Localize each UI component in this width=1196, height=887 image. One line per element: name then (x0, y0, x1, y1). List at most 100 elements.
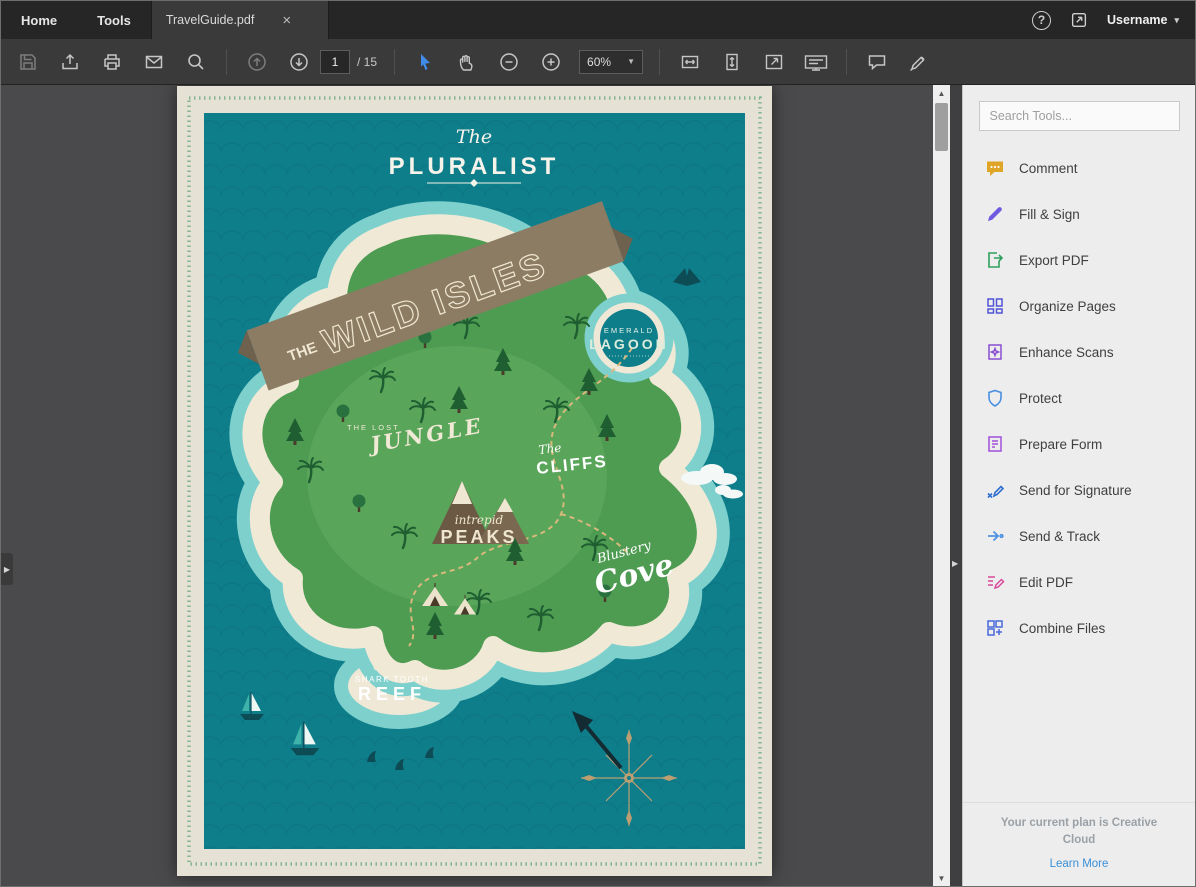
highlight-tool-button[interactable] (898, 45, 940, 79)
tab-home[interactable]: Home (1, 1, 77, 39)
tool-label: Edit PDF (1019, 575, 1073, 590)
tool-item-fill-sign[interactable]: Fill & Sign (963, 191, 1195, 237)
send-signature-icon (985, 480, 1005, 500)
previous-page-button[interactable] (236, 45, 278, 79)
next-page-button[interactable] (278, 45, 320, 79)
lagoon-label: LAGOON (589, 336, 668, 352)
fullscreen-icon (763, 51, 785, 73)
fit-page-button[interactable] (711, 45, 753, 79)
combine-files-icon (985, 618, 1005, 638)
find-button[interactable] (175, 45, 217, 79)
fit-width-button[interactable] (669, 45, 711, 79)
scroll-up-icon[interactable]: ▲ (933, 85, 950, 101)
tab-tools[interactable]: Tools (77, 1, 151, 39)
page-count-label: / 15 (357, 55, 377, 69)
zoom-in-button[interactable] (530, 45, 572, 79)
zoom-out-button[interactable] (488, 45, 530, 79)
username-label: Username (1107, 13, 1167, 27)
document-tab[interactable]: TravelGuide.pdf × (151, 1, 329, 39)
share-button[interactable] (49, 45, 91, 79)
user-menu[interactable]: Username ▾ (1107, 13, 1179, 27)
reading-mode-button[interactable] (795, 45, 837, 79)
comment-bubble-icon (866, 51, 888, 73)
reef-label: REEF (358, 684, 426, 704)
tool-label: Combine Files (1019, 621, 1105, 636)
tool-item-send-track[interactable]: Send & Track (963, 513, 1195, 559)
travel-poster-graphic: The PLURALIST THE WILD ISLES (177, 86, 772, 876)
vertical-scrollbar[interactable]: ▲ ▼ (933, 85, 950, 886)
toolbar-separator (659, 49, 660, 75)
fit-page-icon (721, 51, 743, 73)
tool-list: Comment Fill & Sign Export PDF (963, 145, 1195, 651)
learn-more-link[interactable]: Learn More (1050, 858, 1109, 870)
right-panel-toggle[interactable]: ▶ (950, 85, 962, 886)
peaks-label: PEAKS (440, 527, 517, 547)
tool-label: Enhance Scans (1019, 345, 1114, 360)
masthead-title: PLURALIST (389, 153, 560, 180)
search-tools-input[interactable] (979, 101, 1180, 131)
search-icon (185, 51, 207, 73)
chevron-right-icon: ▶ (952, 559, 958, 568)
comment-icon (985, 158, 1005, 178)
tool-item-protect[interactable]: Protect (963, 375, 1195, 421)
email-icon (143, 51, 165, 73)
save-icon (17, 51, 39, 73)
tool-label: Comment (1019, 161, 1078, 176)
tool-item-send-for-signature[interactable]: Send for Signature (963, 467, 1195, 513)
fullscreen-button[interactable] (753, 45, 795, 79)
close-tab-icon[interactable]: × (282, 13, 291, 28)
select-tool-button[interactable] (404, 45, 446, 79)
tool-item-combine-files[interactable]: Combine Files (963, 605, 1195, 651)
organize-pages-icon (985, 296, 1005, 316)
titlebar: Home Tools TravelGuide.pdf × ? Username … (1, 1, 1195, 39)
titlebar-actions: ? Username ▾ (1032, 1, 1195, 39)
document-tab-label: TravelGuide.pdf (166, 13, 254, 27)
tool-item-export-pdf[interactable]: Export PDF (963, 237, 1195, 283)
previous-page-icon (246, 51, 268, 73)
main-area: The PLURALIST THE WILD ISLES (1, 85, 1195, 886)
toolbar: / 15 60% ▼ (1, 39, 1195, 85)
scrollbar-thumb[interactable] (935, 103, 948, 151)
tool-item-prepare-form[interactable]: Prepare Form (963, 421, 1195, 467)
tool-label: Fill & Sign (1019, 207, 1080, 222)
pdf-page: The PLURALIST THE WILD ISLES (177, 86, 772, 876)
fill-sign-icon (985, 204, 1005, 224)
email-button[interactable] (133, 45, 175, 79)
help-icon[interactable]: ? (1032, 11, 1051, 30)
masthead-the: The (456, 126, 492, 148)
scroll-down-icon[interactable]: ▼ (933, 870, 950, 886)
enhance-scans-icon (985, 342, 1005, 362)
fit-width-icon (679, 51, 701, 73)
toolbar-separator (226, 49, 227, 75)
document-viewer[interactable]: The PLURALIST THE WILD ISLES (1, 85, 950, 886)
toolbar-separator (394, 49, 395, 75)
tool-label: Organize Pages (1019, 299, 1116, 314)
export-pdf-icon (985, 250, 1005, 270)
hand-tool-icon (456, 51, 478, 73)
highlighter-icon (908, 51, 930, 73)
zoom-out-icon (498, 51, 520, 73)
tool-item-comment[interactable]: Comment (963, 145, 1195, 191)
save-button[interactable] (7, 45, 49, 79)
tool-label: Protect (1019, 391, 1062, 406)
page-number-input[interactable] (320, 50, 350, 74)
zoom-level-dropdown[interactable]: 60% ▼ (579, 50, 643, 74)
next-page-icon (288, 51, 310, 73)
hand-tool-button[interactable] (446, 45, 488, 79)
toolbar-separator (846, 49, 847, 75)
plan-text: Your current plan is Creative Cloud (984, 815, 1174, 850)
print-button[interactable] (91, 45, 133, 79)
adobe-cloud-icon[interactable] (1069, 10, 1089, 30)
print-icon (101, 51, 123, 73)
comment-tool-button[interactable] (856, 45, 898, 79)
protect-shield-icon (985, 388, 1005, 408)
reef-label-small: SHARK TOOTH (355, 675, 429, 684)
cliffs-label-small: The (538, 441, 562, 457)
plan-footer: Your current plan is Creative Cloud Lear… (963, 802, 1195, 887)
tool-item-edit-pdf[interactable]: Edit PDF (963, 559, 1195, 605)
left-panel-toggle[interactable]: ▶ (1, 553, 13, 585)
tool-item-enhance-scans[interactable]: Enhance Scans (963, 329, 1195, 375)
share-upload-icon (59, 51, 81, 73)
tool-item-organize-pages[interactable]: Organize Pages (963, 283, 1195, 329)
caret-down-icon: ▾ (1174, 15, 1179, 26)
